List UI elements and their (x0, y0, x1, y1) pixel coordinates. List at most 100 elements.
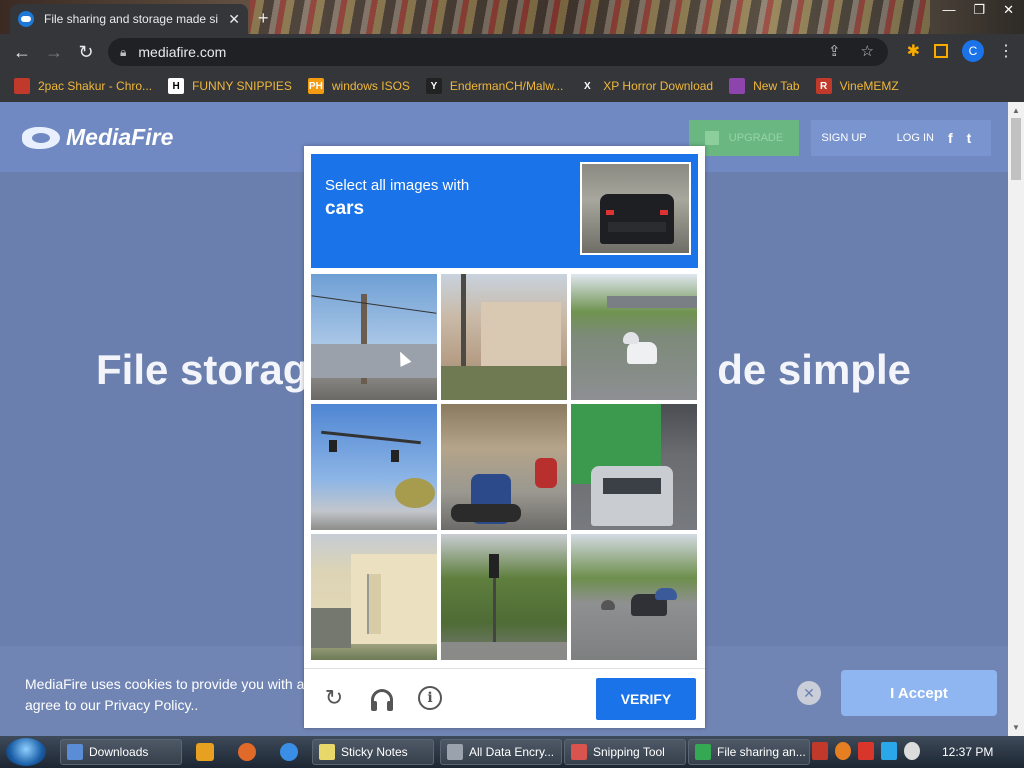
cookie-close-icon[interactable]: ✕ (797, 681, 821, 705)
bookmarks-bar: 2pac Shakur - Chro... H FUNNY SNIPPIES PH wi… (0, 70, 1024, 102)
scroll-thumb[interactable] (1011, 118, 1021, 180)
mediafire-logo[interactable]: MediaFire (22, 124, 173, 151)
captcha-reload-icon[interactable]: ↻ (321, 685, 347, 711)
bookmark-favicon-icon: PH (307, 78, 324, 94)
page-scrollbar[interactable]: ▲ ▼ (1008, 102, 1024, 736)
bookmark-favicon-icon: Y (425, 78, 442, 94)
back-arrow-icon[interactable]: ← (6, 36, 38, 68)
logo-text: MediaFire (66, 124, 174, 150)
window-controls: — ❐ ✕ (942, 2, 1014, 18)
taskbar-app-icon (447, 744, 463, 760)
new-tab-button[interactable]: + (258, 8, 269, 29)
bookmark-label: FUNNY SNIPPIES (192, 79, 292, 93)
mediafire-favicon-icon (18, 11, 34, 27)
facebook-icon[interactable]: f (948, 130, 953, 146)
scroll-down-icon[interactable]: ▼ (1012, 723, 1020, 732)
captcha-tile-2[interactable] (441, 274, 567, 400)
system-tray (812, 742, 920, 760)
url-text: mediafire.com (138, 44, 227, 60)
bookmark-label: EndermanCH/Malw... (449, 79, 564, 93)
taskbar-app-icon (67, 744, 83, 760)
taskbar-button[interactable]: File sharing an... (688, 739, 810, 765)
bookmark-item[interactable]: X XP Horror Download (579, 78, 713, 94)
restore-icon[interactable]: ❐ (973, 2, 985, 18)
captcha-prompt-text: Select all images with (325, 177, 470, 194)
login-button[interactable]: LOG IN (897, 132, 934, 144)
bookmark-star-icon[interactable]: ☆ (861, 42, 874, 60)
taskbar-button-label: Snipping Tool (593, 745, 665, 759)
captcha-audio-headphones-icon[interactable] (369, 685, 395, 711)
bookmark-item[interactable]: R VineMEMZ (815, 78, 899, 94)
bookmark-item[interactable]: Y EndermanCH/Malw... (425, 78, 564, 94)
tray-tool-icon[interactable] (812, 742, 828, 760)
captcha-tile-4[interactable] (311, 404, 437, 530)
extensions-puzzle-icon[interactable]: ✱ (907, 41, 920, 61)
taskbar-button[interactable]: All Data Encry... (440, 739, 562, 765)
app-launcher-icon[interactable] (238, 743, 256, 761)
address-bar[interactable]: 🔒︎ mediafire.com ⇪ ☆ (108, 38, 888, 66)
captcha-tile-7[interactable] (311, 534, 437, 660)
upgrade-label: UPGRADE (728, 132, 784, 144)
captcha-image-grid (311, 274, 698, 661)
taskbar-button-label: Sticky Notes (341, 745, 408, 759)
upgrade-box-icon (704, 131, 719, 145)
taskbar-button[interactable]: Sticky Notes (312, 739, 434, 765)
taskbar-button-label: File sharing an... (717, 745, 806, 759)
internet-explorer-icon[interactable] (280, 743, 298, 761)
taskbar-button[interactable]: Downloads (60, 739, 182, 765)
taskbar-app-icon (571, 744, 587, 760)
tray-flag-icon[interactable] (858, 742, 874, 760)
tray-volume-icon[interactable] (904, 742, 920, 760)
bookmark-label: XP Horror Download (603, 79, 714, 93)
taskbar-clock[interactable]: 12:37 PM (942, 745, 993, 759)
bookmark-favicon-icon (14, 78, 30, 94)
tab-title: File sharing and storage made si (44, 12, 219, 26)
captcha-verify-button[interactable]: VERIFY (596, 678, 696, 720)
captcha-tile-5[interactable] (441, 404, 567, 530)
browser-menu-icon[interactable]: ⋮ (998, 41, 1014, 61)
login-group: LOG IN f t (877, 120, 991, 156)
tab-close-icon[interactable]: ✕ (228, 11, 240, 28)
bookmark-favicon-icon (729, 78, 746, 94)
window-close-icon[interactable]: ✕ (1003, 2, 1014, 18)
captcha-tile-3[interactable] (571, 274, 697, 400)
taskbar-button-label: Downloads (89, 745, 149, 759)
reload-icon[interactable]: ↻ (70, 36, 102, 68)
bookmark-favicon-icon: H (168, 78, 185, 94)
browser-toolbar: ← → ↻ 🔒︎ mediafire.com ⇪ ☆ ✱ C ⋮ (0, 34, 1024, 70)
captcha-info-icon[interactable]: i (417, 685, 443, 711)
minimize-icon[interactable]: — (942, 2, 955, 18)
media-player-icon[interactable] (196, 743, 214, 761)
side-panel-icon[interactable] (934, 44, 948, 58)
hero-text-left: File storag (96, 346, 309, 393)
start-orb-icon[interactable] (6, 738, 46, 766)
bookmark-favicon-icon: R (815, 78, 832, 94)
captcha-tile-9[interactable] (571, 534, 697, 660)
captcha-challenge: Select all images with cars ↻ i VERIFY (304, 146, 705, 728)
bookmark-item[interactable]: H FUNNY SNIPPIES (168, 78, 292, 94)
browser-tab-mediafire[interactable]: File sharing and storage made si ✕ (10, 4, 248, 34)
forward-arrow-icon[interactable]: → (38, 36, 70, 68)
scroll-up-icon[interactable]: ▲ (1012, 106, 1020, 115)
captcha-tile-6[interactable] (571, 404, 697, 530)
taskbar-button[interactable]: Snipping Tool (564, 739, 686, 765)
wallpaper-strip (250, 0, 930, 34)
lock-icon[interactable]: 🔒︎ (120, 45, 126, 60)
twitter-icon[interactable]: t (967, 130, 972, 146)
tray-network-icon[interactable] (881, 742, 897, 760)
captcha-tile-8[interactable] (441, 534, 567, 660)
upgrade-button[interactable]: UPGRADE (689, 120, 799, 156)
bookmark-label: 2pac Shakur - Chro... (38, 79, 153, 93)
signup-button[interactable]: SIGN UP (811, 120, 877, 156)
bookmark-label: New Tab (753, 79, 800, 93)
accept-cookies-button[interactable]: I Accept (841, 670, 997, 716)
tray-search-icon[interactable] (835, 742, 851, 760)
bookmark-item[interactable]: PH windows ISOS (307, 78, 410, 94)
captcha-footer: ↻ i VERIFY (304, 668, 705, 728)
taskbar-app-icon (319, 744, 335, 760)
bookmark-item[interactable]: 2pac Shakur - Chro... (14, 78, 152, 94)
captcha-tile-1[interactable] (311, 274, 437, 400)
profile-avatar[interactable]: C (962, 40, 984, 62)
share-icon[interactable]: ⇪ (828, 42, 841, 60)
bookmark-item[interactable]: New Tab (729, 78, 800, 94)
